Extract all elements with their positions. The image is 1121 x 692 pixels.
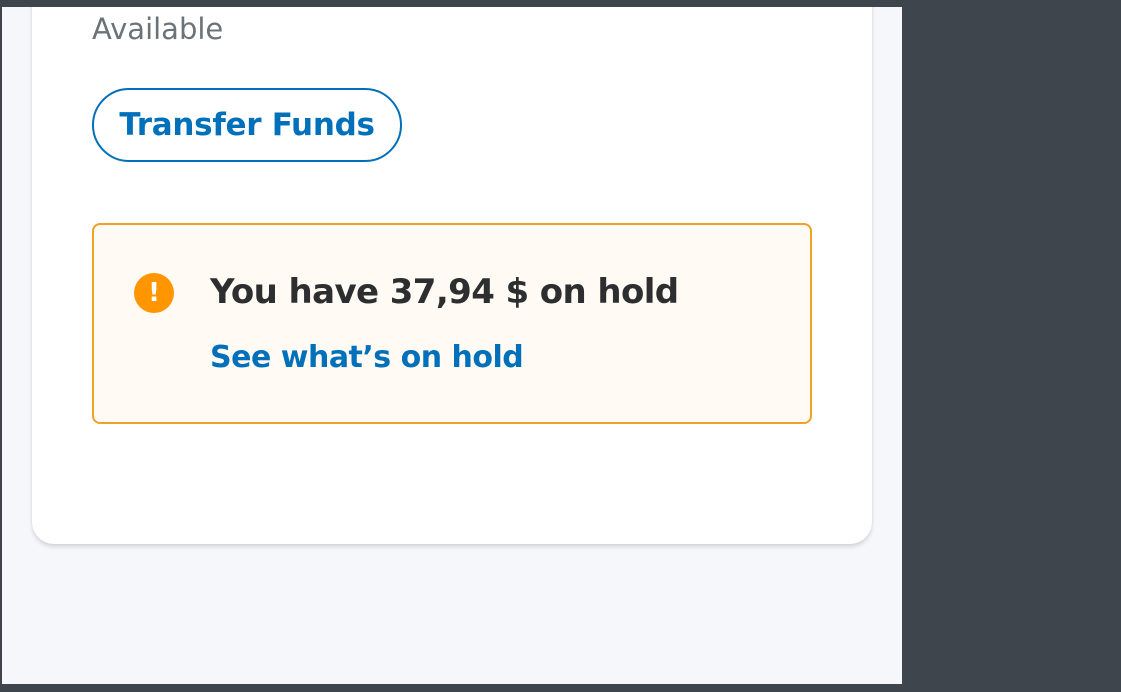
exclamation-icon: !	[134, 273, 174, 313]
browser-viewport: Available Transfer Funds ! You have 37,9…	[2, 7, 902, 684]
see-on-hold-link[interactable]: See what’s on hold	[210, 343, 524, 373]
on-hold-message: You have 37,94 $ on hold	[210, 272, 679, 312]
transfer-funds-button[interactable]: Transfer Funds	[92, 88, 402, 162]
on-hold-alert: ! You have 37,94 $ on hold See what’s on…	[92, 223, 812, 424]
balance-card: Available Transfer Funds ! You have 37,9…	[32, 7, 872, 544]
available-label: Available	[92, 12, 224, 46]
